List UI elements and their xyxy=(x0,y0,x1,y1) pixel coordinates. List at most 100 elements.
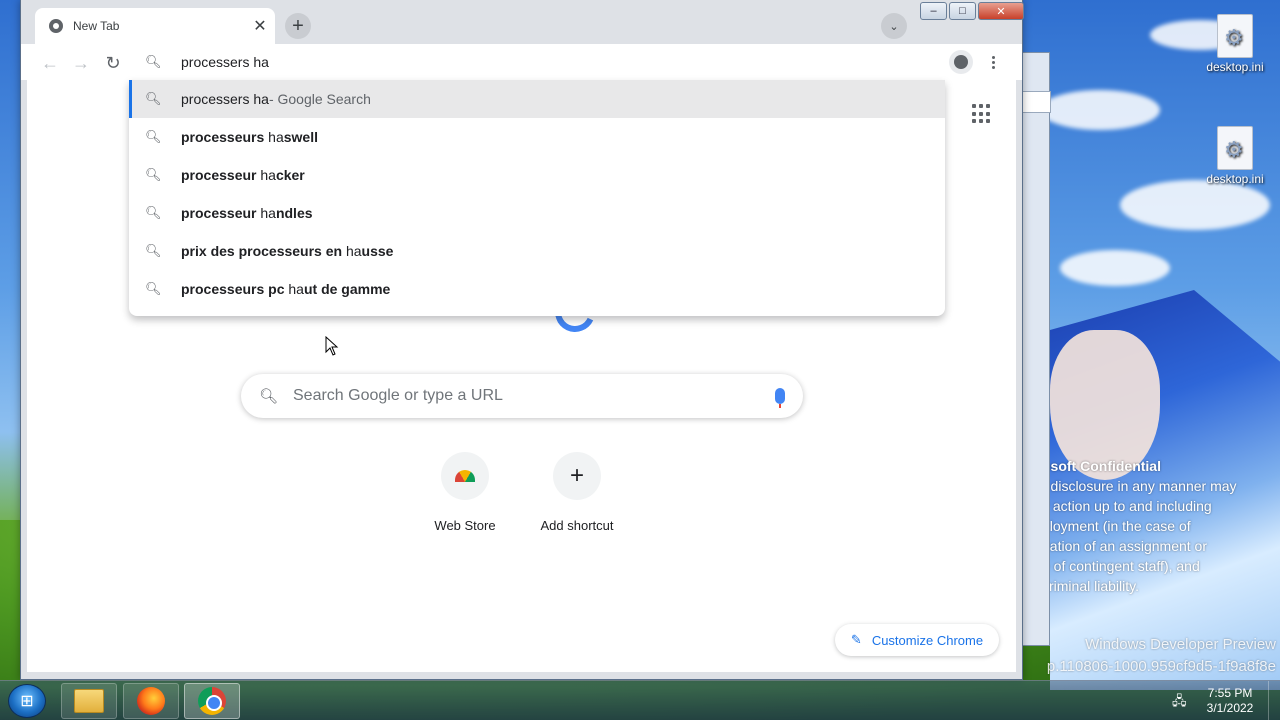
google-apps-button[interactable] xyxy=(972,104,992,124)
clock-date: 3/1/2022 xyxy=(1206,701,1254,715)
suggestion-item[interactable]: 🔍︎ processeur ha ndles xyxy=(129,194,945,232)
apps-dot xyxy=(986,119,990,124)
reload-button[interactable]: ↻ xyxy=(100,50,126,76)
back-button[interactable]: ← xyxy=(37,50,63,76)
suggestion-prefix: processeur xyxy=(181,167,261,183)
system-clock[interactable]: 7:55 PM 3/1/2022 xyxy=(1198,686,1262,716)
desktop-icon-label: desktop.ini xyxy=(1206,172,1264,186)
search-icon: 🔍︎ xyxy=(145,243,162,258)
forward-button[interactable]: → xyxy=(68,50,94,76)
desktop-icon-desktop-ini-1[interactable]: desktop.ini xyxy=(1200,14,1270,74)
window-controls: – □ ✕ xyxy=(918,2,1024,22)
watermark-line: y action up to and including xyxy=(1042,498,1212,514)
suggestion-prefix: prix des processeurs en xyxy=(181,243,346,259)
microphone-icon[interactable] xyxy=(775,388,785,408)
suggestion-prefix: processeurs pc xyxy=(181,281,289,297)
tab-title: New Tab xyxy=(73,19,120,33)
firefox-icon xyxy=(137,687,165,715)
suggestion-item[interactable]: 🔍︎ processeurs ha swell xyxy=(129,118,945,156)
suggestion-source: - Google Search xyxy=(268,91,371,107)
clock-time: 7:55 PM xyxy=(1207,686,1253,700)
minimize-button[interactable]: – xyxy=(920,2,947,20)
suggestion-completion: ndles xyxy=(275,205,313,221)
confidential-watermark: osoft Confidential r disclosure in any m… xyxy=(1042,456,1280,596)
settings-file-icon xyxy=(1217,14,1253,58)
search-icon: 🔍︎ xyxy=(145,205,162,220)
suggestion-typed: ha xyxy=(260,205,276,221)
suggestion-item[interactable]: 🔍︎ processers ha - Google Search xyxy=(129,80,945,118)
search-icon: 🔍︎ xyxy=(145,281,162,296)
taskbar-firefox[interactable] xyxy=(123,683,179,719)
customize-chrome-button[interactable]: ✎ Customize Chrome xyxy=(835,624,999,656)
suggestion-completion: usse xyxy=(361,243,394,259)
suggestion-prefix: processeur xyxy=(181,205,261,221)
ntp-search-box[interactable]: 🔍︎ Search Google or type a URL xyxy=(241,374,803,418)
tab-new-tab[interactable]: New Tab ✕ xyxy=(35,8,275,44)
start-button[interactable]: ⊞ xyxy=(8,684,46,718)
menu-dot xyxy=(991,60,995,64)
suggestion-completion: ut de gamme xyxy=(303,281,391,297)
apps-dot xyxy=(972,119,976,124)
suggestion-typed: ha xyxy=(288,281,304,297)
suggestion-typed: processers ha xyxy=(181,91,269,107)
suggestion-completion: swell xyxy=(283,129,318,145)
suggestion-typed: ha xyxy=(260,167,276,183)
apps-dot xyxy=(979,119,983,124)
apps-dot xyxy=(986,104,990,108)
ntp-search-placeholder: Search Google or type a URL xyxy=(293,387,503,404)
suggestion-item[interactable]: 🔍︎ prix des processeurs en ha usse xyxy=(129,232,945,270)
suggestion-typed: ha xyxy=(268,129,284,145)
omnibox-suggestions: 🔍︎ processers ha - Google Search 🔍︎ proc… xyxy=(129,80,945,316)
watermark-line: e of contingent staff), and xyxy=(1042,558,1200,574)
tab-close-button[interactable]: ✕ xyxy=(249,15,271,37)
apps-dot xyxy=(986,111,990,116)
plus-icon: + xyxy=(553,452,601,500)
desktop-icon-desktop-ini-2[interactable]: desktop.ini xyxy=(1200,126,1270,186)
taskbar-chrome[interactable] xyxy=(184,683,240,719)
shortcut-label: Web Store xyxy=(434,518,496,533)
search-icon: 🔍︎ xyxy=(145,129,162,144)
cloud xyxy=(1040,90,1160,130)
maximize-button[interactable]: □ xyxy=(949,2,976,20)
chrome-window: New Tab ✕ + ⌄ – □ ✕ ← → ↻ 🔍︎ Search Goog… xyxy=(20,0,1024,680)
settings-file-icon xyxy=(1217,126,1253,170)
desktop-icon-label: desktop.ini xyxy=(1206,60,1264,74)
apps-dot xyxy=(979,104,983,108)
omnibox[interactable]: 🔍︎ processers ha xyxy=(129,44,945,80)
customize-chrome-label: Customize Chrome xyxy=(871,632,984,648)
taskbar-file-explorer[interactable] xyxy=(61,683,117,719)
watermark-line: nation of an assignment or xyxy=(1042,538,1207,554)
menu-dot xyxy=(991,55,995,59)
chrome-menu-button[interactable] xyxy=(983,50,1003,74)
watermark-title: osoft Confidential xyxy=(1042,458,1161,474)
suggestion-prefix: processeurs xyxy=(181,129,269,145)
watermark-line: criminal liability. xyxy=(1042,578,1139,594)
suggestion-typed: ha xyxy=(345,243,362,259)
person-icon xyxy=(954,55,968,69)
apps-dot xyxy=(972,111,976,116)
shortcut-tile xyxy=(441,452,489,500)
omnibox-input[interactable]: processers ha xyxy=(181,54,269,70)
shortcut-web-store[interactable]: Web Store xyxy=(415,452,515,533)
new-tab-button[interactable]: + xyxy=(285,13,311,39)
tab-search-button[interactable]: ⌄ xyxy=(881,13,907,39)
suggestion-completion: cker xyxy=(275,167,305,183)
web-store-icon xyxy=(455,470,475,482)
watermark-line: r disclosure in any manner may xyxy=(1042,478,1237,494)
watermark-line: ployment (in the case of xyxy=(1042,518,1191,534)
title-bar: New Tab ✕ + ⌄ – □ ✕ xyxy=(21,0,1024,44)
apps-dot xyxy=(979,111,983,116)
folder-icon xyxy=(74,689,104,713)
search-icon: 🔍︎ xyxy=(145,91,162,106)
shortcut-add[interactable]: + Add shortcut xyxy=(527,452,627,533)
network-tray-icon[interactable]: 🖧 xyxy=(1172,693,1188,709)
show-desktop-button[interactable] xyxy=(1268,681,1280,720)
build-watermark-line-1: Windows Developer Preview xyxy=(1085,636,1276,653)
close-window-button[interactable]: ✕ xyxy=(978,2,1024,20)
cloud xyxy=(1120,180,1270,230)
search-icon: 🔍︎ xyxy=(259,388,279,405)
suggestion-item[interactable]: 🔍︎ processeur ha cker xyxy=(129,156,945,194)
suggestion-item[interactable]: 🔍︎ processeurs pc ha ut de gamme xyxy=(129,270,945,308)
profile-button[interactable] xyxy=(949,50,973,74)
search-icon: 🔍︎ xyxy=(145,54,162,69)
